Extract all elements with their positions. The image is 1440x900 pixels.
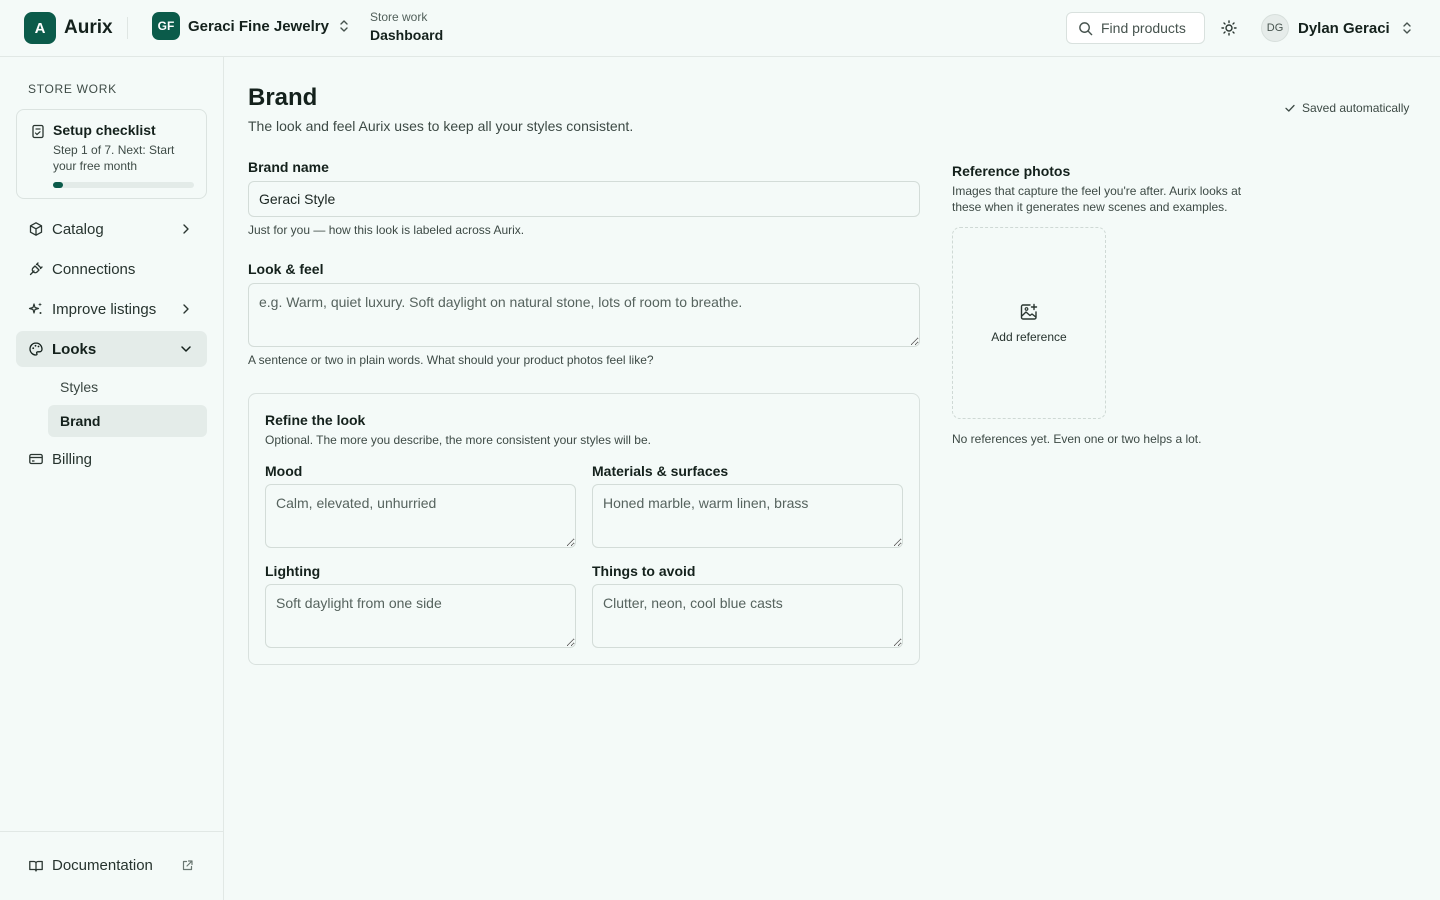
page-subtitle: The look and feel Aurix uses to keep all… [248, 118, 634, 134]
saved-status: Saved automatically [1284, 101, 1409, 115]
reference-photos-title: Reference photos [952, 163, 1071, 179]
theme-toggle-sun-icon[interactable] [1219, 18, 1239, 38]
add-reference-dropzone[interactable]: Add reference [952, 227, 1106, 419]
chevron-up-down-icon [340, 20, 348, 32]
sidebar: STORE WORK Setup checklist Step 1 of 7. … [0, 57, 224, 900]
look-feel-textarea[interactable] [248, 283, 920, 347]
sidebar-subitem-brand[interactable]: Brand [48, 405, 207, 437]
refine-title: Refine the look [265, 412, 366, 428]
user-menu[interactable]: DG Dylan Geraci [1261, 14, 1412, 42]
palette-icon [29, 342, 43, 356]
lighting-textarea[interactable] [265, 584, 576, 648]
app-name: Aurix [64, 17, 113, 38]
image-add-icon [1020, 303, 1038, 320]
credit-card-icon [29, 453, 43, 465]
page-title: Brand [248, 84, 318, 111]
sidebar-item-catalog[interactable]: Catalog [16, 211, 207, 247]
sidebar-item-connections[interactable]: Connections [16, 251, 207, 287]
chevron-up-down-icon [1403, 22, 1411, 34]
chevron-right-icon [183, 224, 189, 234]
sidebar-item-label: Billing [52, 450, 93, 468]
plug-icon [29, 262, 43, 276]
sidebar-item-billing[interactable]: Billing [16, 441, 207, 477]
app-logo: A [24, 12, 56, 44]
find-products-button[interactable]: Find products [1066, 12, 1205, 44]
look-feel-hint: A sentence or two in plain words. What s… [248, 353, 654, 367]
look-feel-label: Look & feel [248, 261, 324, 277]
breadcrumb: Store work Dashboard [370, 10, 443, 43]
sidebar-subitem-styles[interactable]: Styles [48, 371, 207, 403]
package-icon [29, 222, 43, 236]
sidebar-item-looks[interactable]: Looks [16, 331, 207, 367]
saved-status-text: Saved automatically [1302, 101, 1410, 115]
sidebar-divider [0, 831, 223, 832]
sidebar-heading: STORE WORK [28, 82, 117, 96]
search-icon [1079, 21, 1093, 35]
checklist-progress-bar [53, 182, 194, 188]
materials-label: Materials & surfaces [592, 463, 729, 479]
sidebar-item-label: Improve listings [52, 300, 157, 318]
sidebar-item-label: Connections [52, 260, 136, 278]
checklist-icon [32, 124, 44, 139]
chevron-right-icon [183, 304, 189, 314]
references-empty-text: No references yet. Even one or two helps… [952, 432, 1202, 446]
sparkles-icon [28, 302, 42, 314]
lighting-label: Lighting [265, 563, 321, 579]
documentation-label: Documentation [52, 857, 153, 874]
mood-label: Mood [265, 463, 303, 479]
documentation-link[interactable]: Documentation [28, 857, 194, 874]
mood-textarea[interactable] [265, 484, 576, 548]
brand-name-hint: Just for you — how this look is labeled … [248, 223, 525, 237]
avoid-label: Things to avoid [592, 563, 696, 579]
reference-photos-subtitle: Images that capture the feel you're afte… [952, 184, 1242, 214]
store-name: Geraci Fine Jewelry [188, 17, 329, 35]
header-divider [127, 17, 128, 39]
brand-name-label: Brand name [248, 159, 329, 175]
sidebar-item-label: Looks [52, 340, 97, 358]
materials-textarea[interactable] [592, 484, 903, 548]
chevron-down-icon [181, 346, 191, 352]
user-name: Dylan Geraci [1298, 19, 1390, 37]
checklist-subtitle: Step 1 of 7. Next: Start your free month [53, 143, 175, 173]
sidebar-item-improve-listings[interactable]: Improve listings [16, 291, 207, 327]
book-icon [29, 860, 43, 872]
checklist-title: Setup checklist [53, 122, 156, 138]
refine-subtitle: Optional. The more you describe, the mor… [265, 433, 651, 447]
store-switcher[interactable]: GF Geraci Fine Jewelry [152, 12, 349, 40]
refine-look-panel: Refine the look Optional. The more you d… [248, 393, 920, 665]
breadcrumb-section[interactable]: Store work [370, 10, 443, 24]
external-link-icon [182, 860, 193, 871]
checklist-progress-fill [53, 182, 64, 188]
avoid-textarea[interactable] [592, 584, 903, 648]
app-brand[interactable]: A Aurix [24, 12, 113, 44]
top-bar: A Aurix GF Geraci Fine Jewelry Store wor… [0, 0, 1440, 57]
avatar: DG [1261, 14, 1289, 42]
sidebar-item-label: Catalog [52, 220, 104, 238]
check-icon [1285, 104, 1295, 112]
setup-checklist-card[interactable]: Setup checklist Step 1 of 7. Next: Start… [16, 109, 207, 199]
find-products-label: Find products [1101, 20, 1186, 36]
breadcrumb-page: Dashboard [370, 27, 444, 43]
store-avatar: GF [152, 12, 180, 40]
add-reference-label: Add reference [991, 330, 1067, 344]
brand-name-input[interactable] [248, 181, 920, 217]
